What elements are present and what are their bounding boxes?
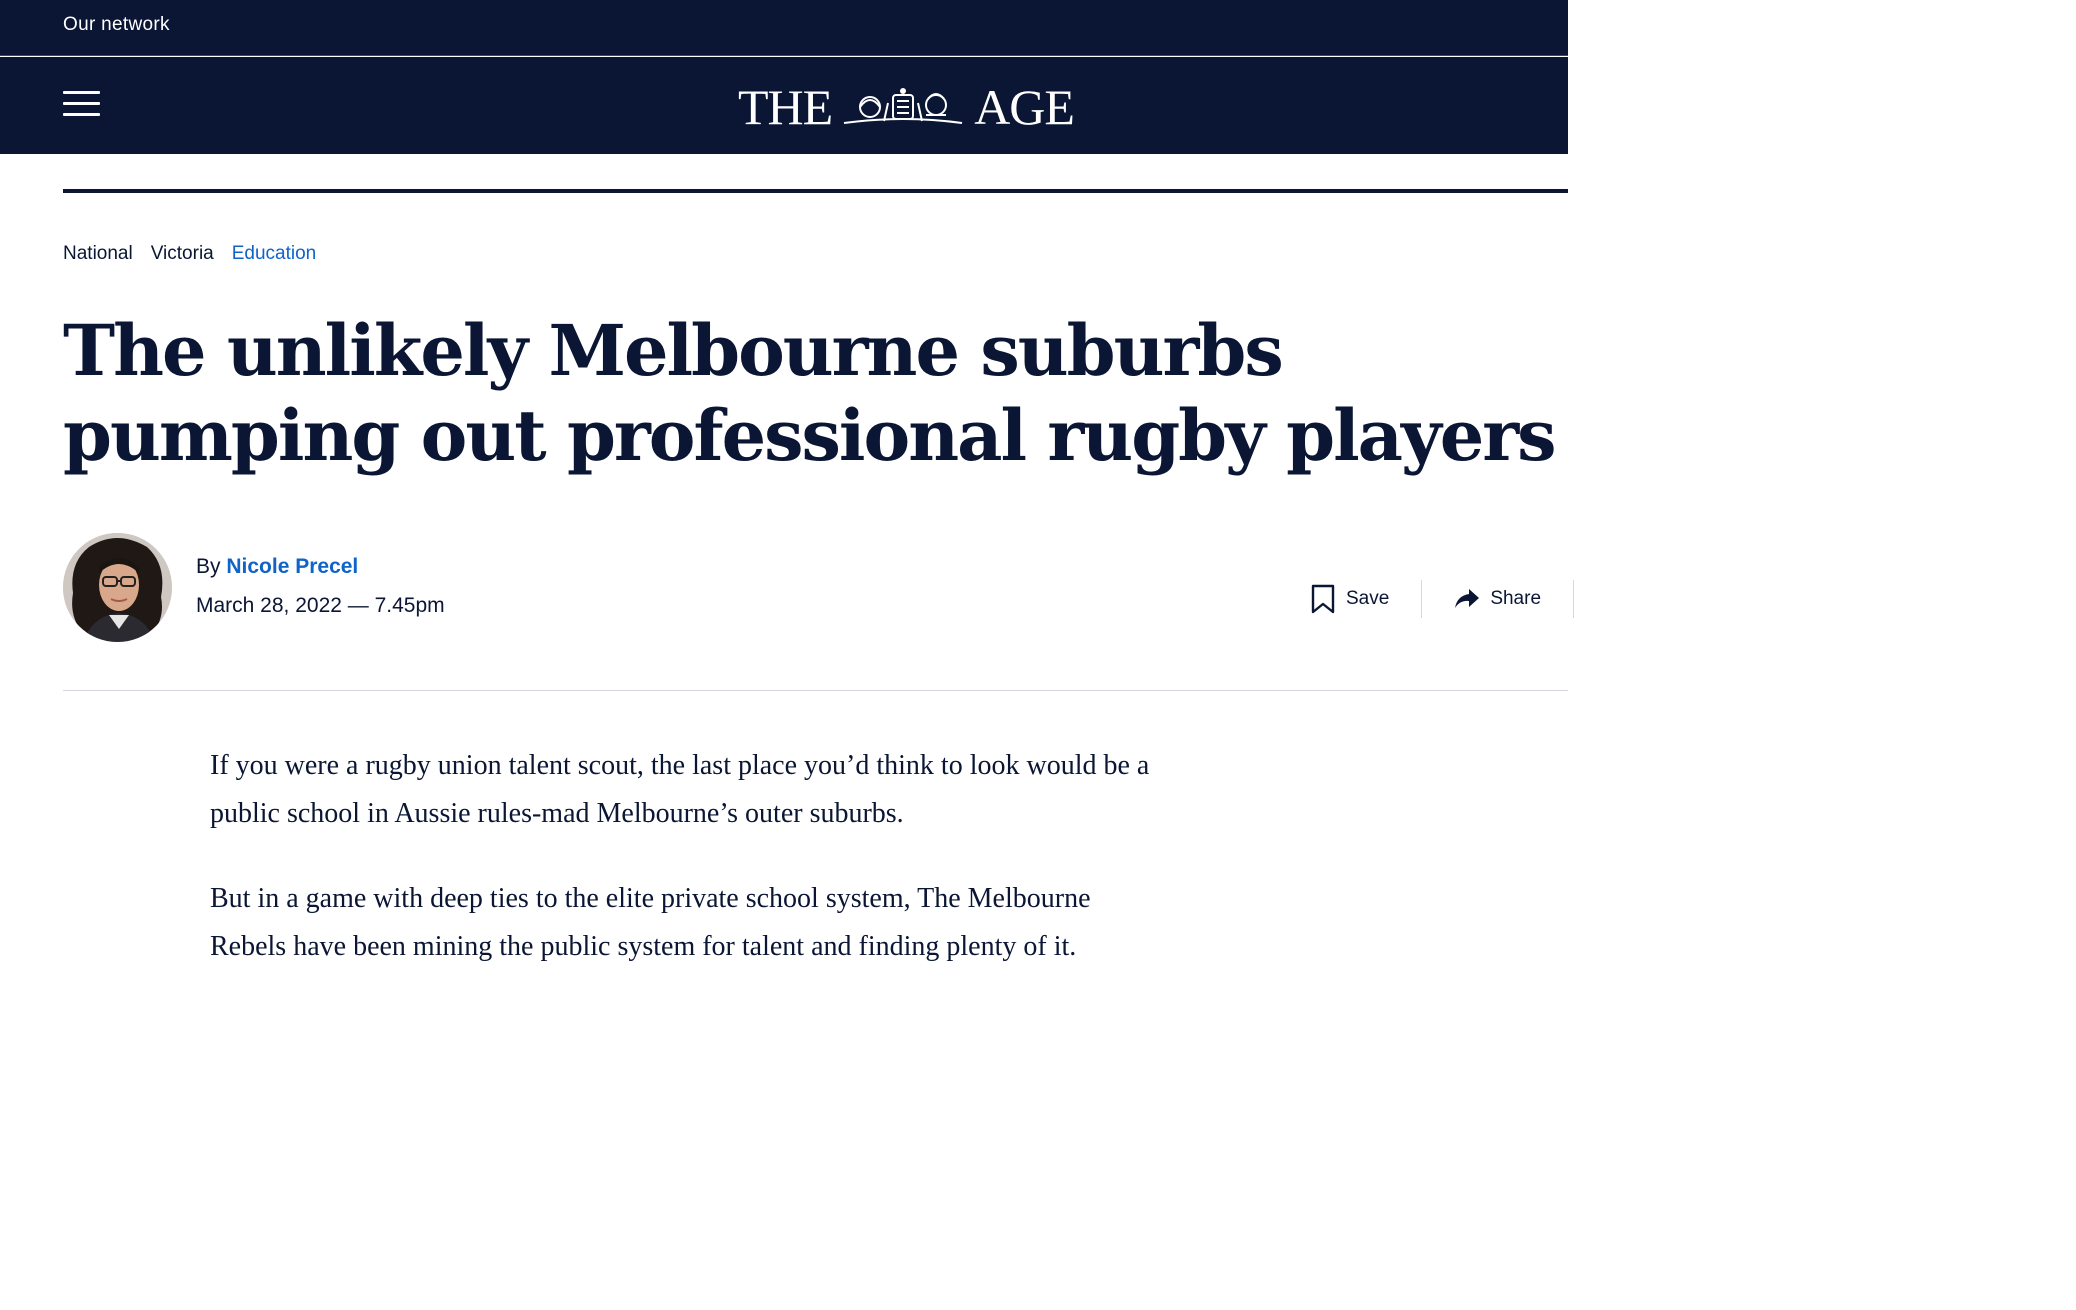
article-headline: The unlikely Melbourne suburbs pumping o… bbox=[63, 309, 1557, 477]
breadcrumb-victoria[interactable]: Victoria bbox=[151, 243, 214, 265]
share-button[interactable]: Share bbox=[1454, 588, 1541, 610]
share-label: Share bbox=[1490, 588, 1542, 609]
our-network-link[interactable]: Our network bbox=[63, 14, 170, 36]
masthead-logo[interactable]: THE AGE bbox=[738, 77, 1075, 137]
masthead-age: AGE bbox=[974, 79, 1075, 135]
breadcrumb: National Victoria Education bbox=[63, 243, 316, 265]
article-body: If you were a rugby union talent scout, … bbox=[210, 742, 1170, 1008]
publish-date: March 28, 2022 — 7.45pm bbox=[196, 594, 445, 617]
hamburger-menu-icon[interactable] bbox=[63, 91, 100, 117]
share-arrow-icon bbox=[1455, 589, 1480, 608]
article-paragraph: If you were a rugby union talent scout, … bbox=[210, 750, 1150, 829]
save-button[interactable]: Save bbox=[1310, 584, 1389, 614]
actions-divider-end bbox=[1573, 580, 1575, 618]
article-actions: Save Share bbox=[1310, 580, 1575, 618]
save-label: Save bbox=[1346, 588, 1390, 609]
breadcrumb-national[interactable]: National bbox=[63, 243, 133, 265]
article-paragraph: But in a game with deep ties to the elit… bbox=[210, 883, 1091, 962]
bookmark-icon bbox=[1311, 584, 1335, 614]
network-bar: Our network bbox=[0, 0, 1568, 56]
masthead-the: THE bbox=[738, 79, 833, 135]
masthead-bar: THE AGE bbox=[0, 57, 1568, 154]
author-link[interactable]: Nicole Precel bbox=[226, 555, 358, 578]
byline-prefix: By bbox=[196, 555, 221, 578]
section-rule bbox=[63, 189, 1568, 193]
actions-divider bbox=[1421, 580, 1423, 618]
byline-rule bbox=[63, 690, 1568, 691]
masthead-crest-icon bbox=[844, 88, 963, 124]
breadcrumb-education[interactable]: Education bbox=[232, 243, 317, 265]
author-avatar[interactable] bbox=[63, 533, 172, 642]
byline: By Nicole Precel bbox=[196, 555, 358, 579]
